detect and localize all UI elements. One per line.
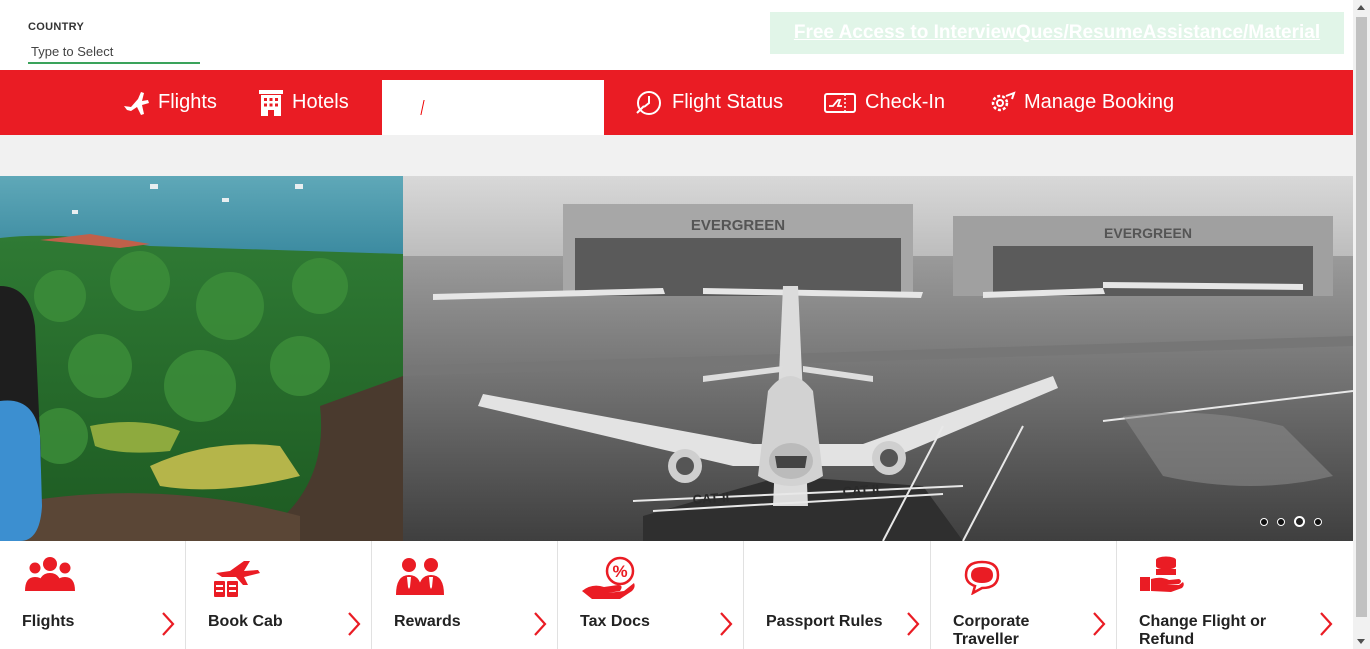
nav-hotels-label: Hotels	[292, 91, 349, 113]
tax-docs-icon: %	[582, 556, 635, 599]
nav-active-tab[interactable]	[382, 80, 604, 135]
vertical-scrollbar[interactable]	[1353, 0, 1370, 649]
nav-manage-booking[interactable]: Manage Booking	[986, 70, 1174, 135]
nav-flights[interactable]: Flights	[122, 70, 217, 135]
chevron-right-icon	[534, 612, 547, 636]
carousel-dot-4[interactable]	[1314, 517, 1322, 526]
nav-manage-booking-label: Manage Booking	[1024, 91, 1175, 113]
hangar-sign-2: EVERGREEN	[1104, 225, 1192, 241]
runway-mark-2: CAT II	[842, 481, 880, 499]
page: COUNTRY Free Access to InterviewQues/Res…	[0, 0, 1370, 649]
country-label: COUNTRY	[28, 21, 85, 33]
chevron-right-icon	[1093, 612, 1106, 636]
hangar-sign-1: EVERGREEN	[691, 217, 785, 234]
clock-icon	[636, 90, 661, 115]
carousel-dot-1[interactable]	[1260, 517, 1268, 526]
svg-text:%: %	[612, 562, 627, 581]
grey-spacer	[0, 135, 1353, 176]
hotel-icon	[259, 89, 283, 116]
nav-check-in-label: Check-In	[865, 91, 946, 113]
promo-link[interactable]: Free Access to InterviewQues/ResumeAssis…	[794, 22, 1320, 44]
tile-flights[interactable]: Flights	[0, 541, 186, 649]
tile-rewards[interactable]: Rewards	[372, 541, 558, 649]
tile-book-cab[interactable]: Book Cab	[186, 541, 372, 649]
country-input[interactable]	[28, 41, 200, 64]
tile-label: Change Flight or Refund	[1139, 613, 1267, 648]
chevron-right-icon	[907, 612, 920, 636]
runway-mark-1: CAT II	[692, 489, 730, 507]
nav-flights-label: Flights	[158, 91, 217, 113]
ticket-icon	[824, 92, 856, 113]
chevron-right-icon	[348, 612, 361, 636]
chat-icon	[964, 560, 1000, 595]
carousel-dot-2[interactable]	[1277, 517, 1285, 526]
nav-hotels[interactable]: Hotels	[258, 70, 349, 135]
scrollbar-thumb[interactable]	[1356, 17, 1367, 617]
tile-passport-rules[interactable]: Passport Rules	[744, 541, 931, 649]
gear-plane-icon	[991, 90, 1016, 111]
chevron-right-icon	[720, 612, 733, 636]
hero-slide-coast	[0, 176, 403, 541]
promo-banner: Free Access to InterviewQues/ResumeAssis…	[770, 12, 1344, 54]
hero-slide-airport: EVERGREEN EVERGREEN CAT II CAT II	[403, 176, 1353, 541]
tile-tax-docs[interactable]: % Tax Docs	[558, 541, 744, 649]
tile-label: Tax Docs	[580, 613, 650, 630]
text-caret	[420, 100, 425, 115]
tile-label: Corporate Traveller	[953, 613, 1030, 648]
tile-label: Passport Rules	[766, 613, 883, 630]
nav-flight-status[interactable]: Flight Status	[634, 70, 783, 135]
refund-icon	[1140, 556, 1184, 592]
nav-check-in[interactable]: Check-In	[823, 70, 945, 135]
chevron-right-icon	[1320, 612, 1333, 636]
group-icon	[25, 557, 75, 591]
tile-change-flight-refund[interactable]: Change Flight or Refund	[1117, 541, 1353, 649]
quick-links: Flights Book Cab Rewards % Tax Docs Pass…	[0, 541, 1353, 649]
nav-flight-status-label: Flight Status	[672, 91, 784, 113]
top-header: COUNTRY Free Access to InterviewQues/Res…	[0, 0, 1353, 70]
airplane-icon	[124, 91, 149, 115]
tile-corporate-traveller[interactable]: Corporate Traveller	[931, 541, 1117, 649]
rewards-icon	[396, 558, 444, 595]
scroll-up-arrow-icon[interactable]	[1357, 5, 1365, 10]
tile-label: Flights	[22, 613, 75, 630]
tile-label: Book Cab	[208, 613, 283, 630]
tile-label: Rewards	[394, 613, 461, 630]
scroll-down-arrow-icon[interactable]	[1357, 639, 1365, 644]
chevron-right-icon	[162, 612, 175, 636]
cab-icon	[214, 561, 260, 597]
main-nav: Flights Hotels Flight Status Check-In Ma…	[0, 70, 1353, 135]
hero-carousel[interactable]: EVERGREEN EVERGREEN CAT II CAT II	[0, 176, 1353, 541]
carousel-dots	[1260, 516, 1322, 527]
carousel-dot-3[interactable]	[1294, 516, 1305, 527]
